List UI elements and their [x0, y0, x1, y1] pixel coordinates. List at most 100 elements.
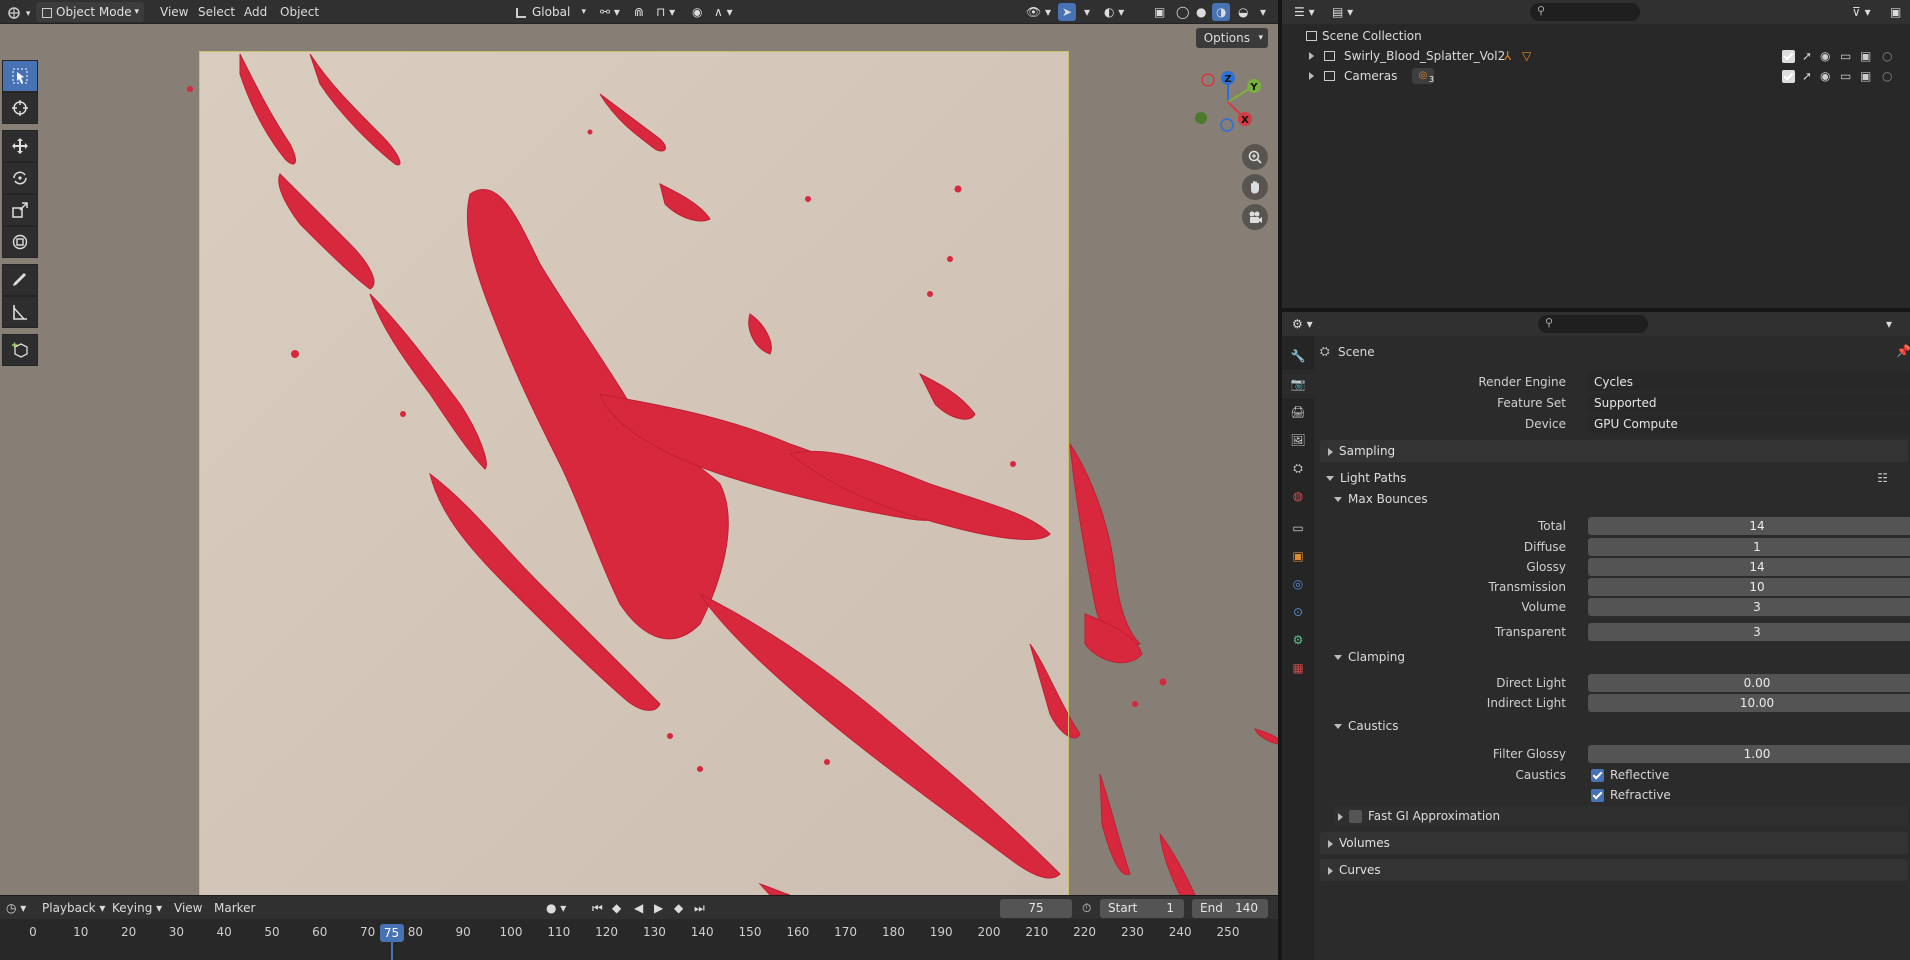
panel-light-paths[interactable]: Light Paths ☷: [1320, 467, 1908, 489]
subpanel-max-bounces[interactable]: Max Bounces: [1334, 489, 1910, 509]
panel-volumes[interactable]: Volumes: [1320, 832, 1908, 854]
render-tab-icon[interactable]: 📷: [1282, 370, 1314, 398]
render-camera-icon[interactable]: ▣: [1860, 46, 1871, 66]
transform-orientation-dropdown[interactable]: Global ▾: [510, 2, 590, 22]
tool-tab-icon[interactable]: 🔧: [1282, 342, 1314, 370]
visibility-icon[interactable]: 👁 ▾: [1022, 3, 1055, 21]
menu-timeline-view[interactable]: View: [170, 899, 206, 917]
bounce-total-field[interactable]: 14: [1588, 517, 1910, 535]
device-dropdown[interactable]: GPU Compute▾: [1588, 415, 1910, 433]
panel-curves[interactable]: Curves: [1320, 859, 1908, 881]
overlay-icon[interactable]: ◐ ▾: [1100, 3, 1128, 21]
eye-icon[interactable]: ◉: [1820, 46, 1830, 66]
constraints-tab-icon[interactable]: ◎: [1282, 570, 1314, 598]
play-icon[interactable]: ▶: [650, 899, 667, 917]
pivot-icon[interactable]: ⚯ ▾: [596, 3, 624, 21]
subpanel-fast-gi[interactable]: Fast GI Approximation: [1334, 806, 1908, 826]
monitor-icon[interactable]: ▭: [1840, 46, 1851, 66]
jump-end-icon[interactable]: ⏭: [690, 899, 709, 917]
rotate-tool[interactable]: [2, 162, 38, 194]
annotate-tool[interactable]: [2, 264, 38, 296]
3d-viewport[interactable]: Options ▾ Z Y X: [0, 24, 1278, 895]
viewport-options-button[interactable]: Options ▾: [1195, 28, 1268, 48]
playhead[interactable]: 75: [379, 924, 404, 942]
properties-editor-icon[interactable]: ⚙ ▾: [1288, 315, 1317, 333]
zoom-icon[interactable]: [1242, 144, 1268, 170]
solid-shading-icon[interactable]: ●: [1192, 3, 1210, 21]
menu-select[interactable]: Select: [194, 3, 239, 21]
exclude-checkbox[interactable]: [1782, 70, 1795, 83]
snap-icon[interactable]: ⋒: [630, 3, 648, 21]
editor-type-button[interactable]: ▾: [2, 3, 34, 21]
snap-target-icon[interactable]: ⊓ ▾: [652, 3, 679, 21]
chevron-down-icon[interactable]: ▾: [1080, 3, 1094, 21]
filter-icon[interactable]: ⊽ ▾: [1848, 3, 1875, 21]
panel-sampling[interactable]: Sampling: [1320, 440, 1908, 462]
prev-keyframe-icon[interactable]: ◆: [608, 899, 625, 917]
menu-object[interactable]: Object: [276, 3, 323, 21]
timeline-area[interactable]: 0 10 20 30 40 50 60 70 80 90 100 110 120 130 140 150 160…: [0, 919, 1278, 960]
camera-view-icon[interactable]: [1242, 204, 1268, 230]
indirect-light-field[interactable]: 10.00: [1588, 694, 1910, 712]
select-arrow-icon[interactable]: ➚: [1802, 66, 1812, 86]
subpanel-caustics[interactable]: Caustics: [1334, 716, 1910, 736]
expand-icon[interactable]: [1309, 52, 1314, 60]
physics-tab-icon[interactable]: ⊙: [1282, 598, 1314, 626]
collection-tab-icon[interactable]: ▭: [1282, 514, 1314, 542]
material-shading-icon[interactable]: ◑: [1212, 3, 1231, 21]
cursor-tool[interactable]: [2, 92, 38, 124]
outliner-row-cameras[interactable]: Cameras ◎ 3 ➚ ◉ ▭ ▣ ○: [1282, 66, 1910, 86]
select-arrow-icon[interactable]: ➚: [1802, 46, 1812, 66]
outliner-row-collection[interactable]: Swirly_Blood_Splatter_Vol2 ⅄ ▽ ➚ ◉ ▭ ▣ ○: [1282, 46, 1910, 66]
direct-light-field[interactable]: 0.00: [1588, 674, 1910, 692]
scale-tool[interactable]: [2, 194, 38, 226]
menu-view[interactable]: View: [156, 3, 192, 21]
current-frame-field[interactable]: 75: [1000, 899, 1072, 918]
eye-icon[interactable]: ◉: [1820, 66, 1830, 86]
xray-icon[interactable]: ▣: [1150, 3, 1169, 21]
feature-set-dropdown[interactable]: Supported▾: [1588, 394, 1910, 412]
pan-hand-icon[interactable]: [1242, 174, 1268, 200]
scene-tab-icon[interactable]: ⛭: [1282, 454, 1314, 482]
chevron-down-icon[interactable]: ▾: [1882, 315, 1896, 333]
bounce-volume-field[interactable]: 3: [1588, 598, 1910, 616]
presets-list-icon[interactable]: ☷: [1877, 467, 1888, 489]
navigation-gizmo[interactable]: Z Y X: [1193, 68, 1263, 138]
holdout-icon[interactable]: ○: [1882, 46, 1892, 66]
outliner-editor-icon[interactable]: ☰ ▾: [1290, 3, 1319, 21]
view-layer-tab-icon[interactable]: 🖼: [1282, 426, 1314, 454]
monitor-icon[interactable]: ▭: [1840, 66, 1851, 86]
output-tab-icon[interactable]: 🖨: [1282, 398, 1314, 426]
record-icon[interactable]: ● ▾: [542, 899, 570, 917]
falloff-icon[interactable]: ∧ ▾: [710, 3, 737, 21]
new-collection-icon[interactable]: ▣: [1886, 3, 1905, 21]
reflective-checkbox[interactable]: [1591, 769, 1604, 782]
render-camera-icon[interactable]: ▣: [1860, 66, 1871, 86]
menu-playback[interactable]: Playback ▾: [38, 899, 109, 917]
end-frame-field[interactable]: End 140: [1192, 899, 1268, 918]
rendered-shading-icon[interactable]: ◒: [1234, 3, 1252, 21]
fast-gi-checkbox[interactable]: [1349, 810, 1362, 823]
object-tab-icon[interactable]: ▣: [1282, 542, 1314, 570]
texture-tab-icon[interactable]: ▦: [1282, 654, 1314, 682]
expand-icon[interactable]: [1309, 72, 1314, 80]
next-keyframe-icon[interactable]: ◆: [670, 899, 687, 917]
play-reverse-icon[interactable]: ◀: [630, 899, 647, 917]
menu-keying[interactable]: Keying ▾: [108, 899, 166, 917]
transform-tool[interactable]: [2, 226, 38, 258]
stopwatch-icon[interactable]: ⏱: [1078, 899, 1095, 917]
render-engine-dropdown[interactable]: Cycles▾: [1588, 373, 1910, 391]
bounce-glossy-field[interactable]: 14: [1588, 558, 1910, 576]
bounce-diffuse-field[interactable]: 1: [1588, 538, 1910, 556]
select-box-tool[interactable]: [2, 60, 38, 92]
move-tool[interactable]: [2, 130, 38, 162]
subpanel-clamping[interactable]: Clamping: [1334, 647, 1910, 667]
outliner-search-input[interactable]: ⚲: [1530, 3, 1640, 21]
jump-start-icon[interactable]: ⏮: [588, 899, 607, 917]
filter-glossy-field[interactable]: 1.00: [1588, 745, 1910, 763]
exclude-checkbox[interactable]: [1782, 50, 1795, 63]
mode-dropdown[interactable]: Object Mode ▾: [36, 2, 144, 22]
outliner-row-scene-collection[interactable]: Scene Collection: [1282, 26, 1910, 46]
refractive-checkbox[interactable]: [1591, 789, 1604, 802]
object-data-tab-icon[interactable]: ⚙: [1282, 626, 1314, 654]
